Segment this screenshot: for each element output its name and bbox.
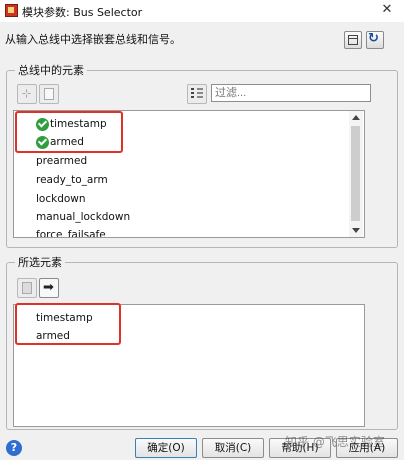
list-item-ready-to-arm[interactable]: ready_to_arm bbox=[36, 172, 108, 188]
bus-elements-legend: 总线中的元素 bbox=[18, 64, 84, 77]
remove-button[interactable] bbox=[17, 278, 37, 298]
watermark-text: 知乎 @飞思实验室 bbox=[285, 435, 385, 449]
add-bus-button[interactable]: ⊹ bbox=[17, 84, 37, 104]
scroll-up-icon[interactable] bbox=[352, 115, 360, 120]
close-button[interactable]: ✕ bbox=[378, 1, 396, 19]
scroll-down-icon[interactable] bbox=[352, 228, 360, 233]
window-title: 模块参数: Bus Selector bbox=[22, 6, 143, 19]
bus-icon: ⊹ bbox=[22, 87, 32, 100]
show-grid-button[interactable] bbox=[344, 31, 362, 49]
document-icon bbox=[44, 88, 54, 100]
list-icon bbox=[191, 88, 203, 100]
highlight-box bbox=[15, 111, 123, 153]
refresh-icon: ↻ bbox=[368, 31, 379, 46]
grid-icon bbox=[348, 35, 358, 45]
cancel-button[interactable]: 取消(C) bbox=[202, 438, 264, 458]
filter-options-button[interactable] bbox=[187, 84, 207, 104]
list-item-manual-lockdown[interactable]: manual_lockdown bbox=[36, 209, 130, 225]
scroll-thumb[interactable] bbox=[351, 126, 360, 221]
select-button[interactable]: ➡ bbox=[39, 278, 59, 298]
properties-button[interactable] bbox=[39, 84, 59, 104]
title-bar: 模块参数: Bus Selector ✕ bbox=[0, 0, 404, 22]
simulink-block-icon bbox=[5, 4, 18, 17]
filter-input[interactable] bbox=[211, 84, 371, 102]
block-description: 从输入总线中选择嵌套总线和信号。 bbox=[5, 33, 181, 46]
list-item-force-failsafe[interactable]: force_failsafe bbox=[36, 227, 106, 237]
trash-icon bbox=[22, 282, 32, 294]
selected-elements-legend: 所选元素 bbox=[18, 256, 62, 269]
vertical-scrollbar[interactable] bbox=[349, 111, 363, 237]
refresh-button[interactable]: ↻ bbox=[366, 31, 384, 49]
help-icon[interactable]: ? bbox=[6, 440, 22, 456]
list-item-prearmed[interactable]: prearmed bbox=[36, 153, 87, 169]
highlight-box bbox=[15, 303, 121, 345]
ok-button[interactable]: 确定(O) bbox=[135, 438, 197, 458]
list-item-lockdown[interactable]: lockdown bbox=[36, 191, 86, 207]
arrow-right-icon: ➡ bbox=[43, 280, 54, 295]
